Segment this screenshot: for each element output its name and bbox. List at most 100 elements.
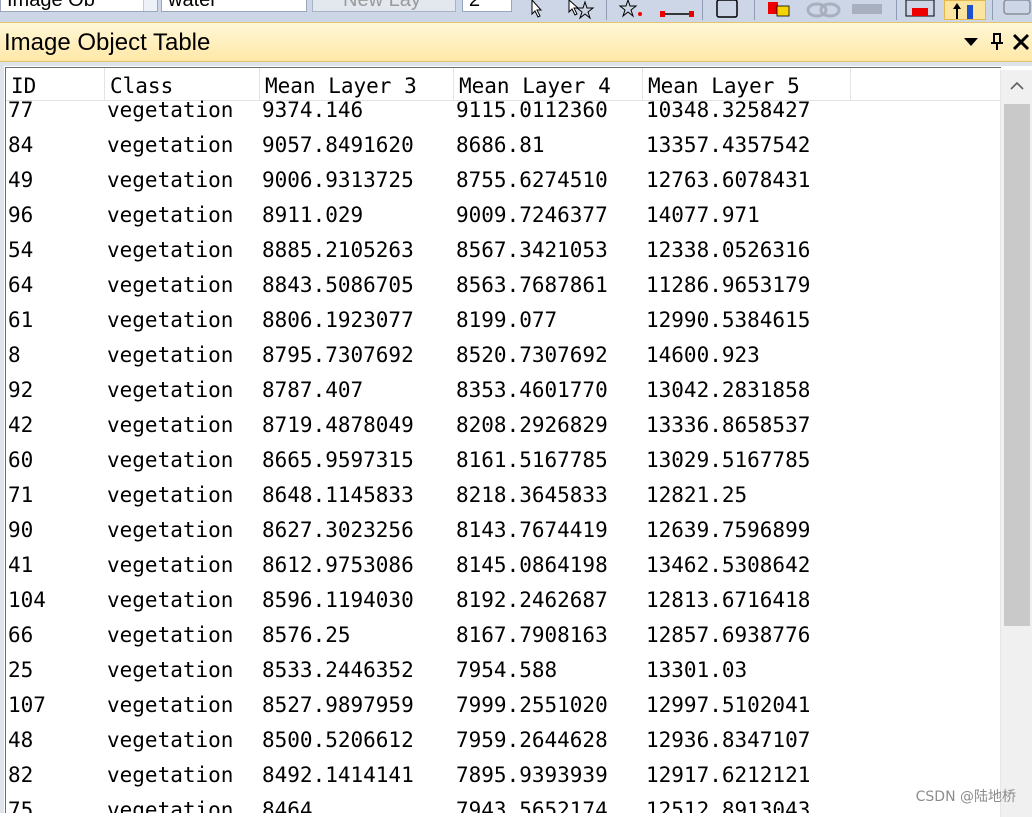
table-row[interactable]: 71vegetation8648.11458338218.36458331282… (6, 483, 1001, 518)
cell-class: vegetation (107, 483, 233, 518)
table-row[interactable]: 48vegetation8500.52066127959.26446281293… (6, 728, 1001, 763)
cell-mean-layer-5: 13357.4357542 (646, 133, 810, 168)
vertical-scrollbar[interactable] (1000, 70, 1032, 817)
cell-mean-layer-4: 7999.2551020 (456, 693, 608, 728)
column-header-mean-layer-3[interactable]: Mean Layer 3 (260, 68, 454, 101)
cell-id: 71 (8, 483, 33, 518)
cell-mean-layer-3: 8627.3023256 (262, 518, 414, 553)
table-row[interactable]: 54vegetation8885.21052638567.34210531233… (6, 238, 1001, 273)
main-toolbar: Image Ob water New Lay 2 (0, 0, 1032, 22)
cell-class: vegetation (107, 448, 233, 483)
table-row[interactable]: 60vegetation8665.95973158161.51677851302… (6, 448, 1001, 483)
pin-icon[interactable] (986, 31, 1008, 53)
table-row[interactable]: 92vegetation8787.4078353.460177013042.28… (6, 378, 1001, 413)
cell-id: 92 (8, 378, 33, 413)
cell-class: vegetation (107, 728, 233, 763)
toolbar-separator (896, 0, 897, 20)
table-row[interactable]: 77vegetation9374.1469115.011236010348.32… (6, 98, 1001, 133)
cell-mean-layer-5: 11286.9653179 (646, 273, 810, 308)
arrows-icon[interactable] (944, 0, 986, 20)
cell-mean-layer-5: 12813.6716418 (646, 588, 810, 623)
new-layer-label: New Lay (343, 0, 421, 11)
cell-id: 42 (8, 413, 33, 448)
cell-id: 60 (8, 448, 33, 483)
table-row[interactable]: 41vegetation8612.97530868145.08641981346… (6, 553, 1001, 588)
column-header-mean-layer-5[interactable]: Mean Layer 5 (643, 68, 851, 101)
paint-icon[interactable] (764, 0, 790, 20)
cell-class: vegetation (107, 553, 233, 588)
cell-class: vegetation (107, 413, 233, 448)
table-row[interactable]: 107vegetation8527.98979597999.2551020129… (6, 693, 1001, 728)
dropdown-icon[interactable] (960, 31, 982, 53)
table-row[interactable]: 104vegetation8596.11940308192.2462687128… (6, 588, 1001, 623)
cell-mean-layer-5: 12997.5102041 (646, 693, 810, 728)
table-header: ID Class Mean Layer 3 Mean Layer 4 Mean … (6, 68, 1001, 101)
table-row[interactable]: 66vegetation8576.258167.790816312857.693… (6, 623, 1001, 658)
pointer-icon[interactable] (524, 0, 550, 20)
window-icon[interactable] (1000, 0, 1032, 20)
view-icon[interactable] (904, 0, 938, 20)
chevron-down-icon[interactable] (143, 0, 157, 12)
cell-class: vegetation (107, 98, 233, 133)
cell-mean-layer-4: 9009.7246377 (456, 203, 608, 238)
table-row[interactable]: 96vegetation8911.0299009.724637714077.97… (6, 203, 1001, 238)
table-row[interactable]: 84vegetation9057.84916208686.8113357.435… (6, 133, 1001, 168)
cell-mean-layer-3: 9374.146 (262, 98, 363, 133)
cell-id: 61 (8, 308, 33, 343)
select-star-icon[interactable] (618, 0, 644, 20)
scrollbar-thumb[interactable] (1004, 104, 1030, 626)
cell-class: vegetation (107, 763, 233, 798)
cell-mean-layer-4: 9115.0112360 (456, 98, 608, 133)
table-row[interactable]: 64vegetation8843.50867058563.76878611128… (6, 273, 1001, 308)
toolbar-separator (702, 0, 703, 20)
cell-id: 41 (8, 553, 33, 588)
cell-id: 8 (8, 343, 21, 378)
cell-id: 77 (8, 98, 33, 133)
cell-mean-layer-4: 8145.0864198 (456, 553, 608, 588)
pointer-star-icon[interactable] (565, 0, 591, 20)
image-object-level-combo[interactable]: Image Ob (0, 0, 158, 12)
layer-number-combo[interactable]: 2 (462, 0, 512, 12)
table-row[interactable]: 8vegetation8795.73076928520.730769214600… (6, 343, 1001, 378)
scroll-up-arrow-icon[interactable] (1001, 70, 1032, 102)
table-row[interactable]: 75vegetation84647943.565217412512.891304… (6, 798, 1001, 813)
range-select-icon[interactable] (660, 0, 696, 20)
cell-mean-layer-5: 14600.923 (646, 343, 760, 378)
panel-title-bar[interactable]: Image Object Table (0, 22, 1032, 62)
cell-mean-layer-3: 9057.8491620 (262, 133, 414, 168)
cell-mean-layer-5: 13462.5308642 (646, 553, 810, 588)
cell-class: vegetation (107, 308, 233, 343)
cell-mean-layer-5: 12857.6938776 (646, 623, 810, 658)
column-header-class[interactable]: Class (105, 68, 260, 101)
table-body: 77vegetation9374.1469115.011236010348.32… (6, 98, 1001, 813)
table-row[interactable]: 42vegetation8719.48780498208.29268291333… (6, 413, 1001, 448)
cell-mean-layer-4: 8567.3421053 (456, 238, 608, 273)
image-object-level-value: Image Ob (7, 0, 95, 11)
table-row[interactable]: 82vegetation8492.14141417895.93939391291… (6, 763, 1001, 798)
cell-mean-layer-5: 14077.971 (646, 203, 760, 238)
new-layer-button[interactable]: New Lay (312, 0, 456, 12)
table-row[interactable]: 90vegetation8627.30232568143.76744191263… (6, 518, 1001, 553)
cell-mean-layer-4: 8686.81 (456, 133, 545, 168)
cell-mean-layer-4: 8353.4601770 (456, 378, 608, 413)
table-row[interactable]: 49vegetation9006.93137258755.62745101276… (6, 168, 1001, 203)
cell-id: 49 (8, 168, 33, 203)
table-row[interactable]: 25vegetation8533.24463527954.58813301.03 (6, 658, 1001, 693)
cell-class: vegetation (107, 623, 233, 658)
cell-id: 107 (8, 693, 46, 728)
cell-id: 96 (8, 203, 33, 238)
watermark: CSDN @陆地桥 (916, 786, 1016, 806)
layer-number-value: 2 (469, 0, 480, 11)
cell-class: vegetation (107, 798, 233, 813)
column-header-id[interactable]: ID (6, 68, 105, 101)
table-row[interactable]: 61vegetation8806.19230778199.07712990.53… (6, 308, 1001, 343)
cell-mean-layer-3: 8787.407 (262, 378, 363, 413)
cell-mean-layer-3: 8596.1194030 (262, 588, 414, 623)
close-icon[interactable] (1010, 31, 1032, 53)
class-combo[interactable]: water (161, 0, 307, 12)
layer-icon[interactable] (714, 0, 740, 20)
cell-class: vegetation (107, 518, 233, 553)
column-header-mean-layer-4[interactable]: Mean Layer 4 (454, 68, 643, 101)
cell-class: vegetation (107, 133, 233, 168)
cell-mean-layer-3: 8527.9897959 (262, 693, 414, 728)
